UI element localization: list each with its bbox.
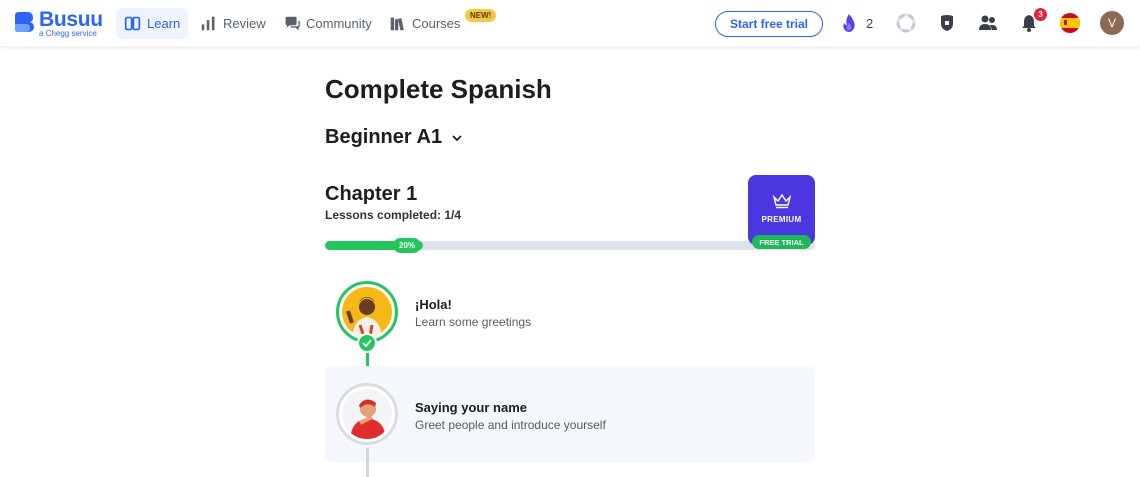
new-badge: NEW! — [465, 9, 497, 22]
top-nav-bar: Busuu a Chegg service Learn Review Commu… — [0, 0, 1140, 47]
books-icon — [390, 17, 404, 31]
chapter-progress-bar: 20% — [325, 238, 815, 253]
busuu-logo-icon — [15, 12, 34, 32]
nav-learn-label: Learn — [147, 16, 181, 31]
nav-learn[interactable]: Learn — [116, 8, 189, 39]
streak-count: 2 — [866, 15, 874, 31]
level-label: Beginner A1 — [325, 126, 443, 148]
shield-icon[interactable] — [936, 12, 958, 34]
flame-icon — [843, 14, 855, 32]
lessons-completed: Lessons completed: 1/4 — [325, 208, 462, 222]
nav-courses[interactable]: Courses — [381, 8, 468, 39]
premium-label: PREMIUM — [761, 215, 802, 224]
progress-ring-icon[interactable] — [895, 12, 917, 34]
notification-badge: 3 — [1034, 8, 1047, 21]
lesson-hola-subtitle: Learn some greetings — [415, 315, 532, 329]
user-avatar[interactable]: V — [1100, 11, 1124, 35]
chapter-title: Chapter 1 — [325, 183, 418, 205]
free-trial-tag: FREE TRIAL — [752, 235, 811, 249]
friends-icon[interactable] — [977, 12, 999, 34]
spain-flag-icon[interactable] — [1059, 12, 1081, 34]
lesson-connector — [366, 448, 369, 477]
book-icon — [124, 16, 141, 31]
lesson-completed-check-icon — [357, 333, 377, 353]
busuu-logo[interactable]: Busuu a Chegg service — [12, 8, 103, 40]
progress-percent: 20% — [393, 238, 422, 253]
crown-icon — [772, 193, 791, 209]
level-dropdown[interactable]: Beginner A1 — [325, 126, 463, 149]
lesson-card-saying-your-name[interactable] — [325, 366, 815, 462]
nav-review-label: Review — [223, 16, 266, 31]
nav-review[interactable]: Review — [192, 8, 274, 39]
chevron-down-icon — [452, 134, 462, 141]
lesson-name-subtitle: Greet people and introduce yourself — [415, 418, 606, 432]
chat-icon — [285, 16, 300, 30]
course-title: Complete Spanish — [325, 74, 552, 104]
lesson-hola-title[interactable]: ¡Hola! — [415, 297, 452, 312]
start-free-trial-button[interactable]: Start free trial — [715, 11, 823, 37]
nav-community[interactable]: Community — [275, 8, 380, 39]
lesson-name-avatar[interactable] — [336, 383, 398, 445]
brand-tagline: a Chegg service — [39, 29, 97, 38]
lesson-hola-image — [342, 287, 392, 337]
bar-chart-icon — [201, 16, 215, 31]
lesson-name-title[interactable]: Saying your name — [415, 400, 527, 415]
nav-courses-label: Courses — [412, 16, 461, 31]
streak-counter[interactable]: 2 — [841, 13, 873, 33]
nav-community-label: Community — [306, 16, 372, 31]
lesson-name-image — [342, 389, 392, 439]
